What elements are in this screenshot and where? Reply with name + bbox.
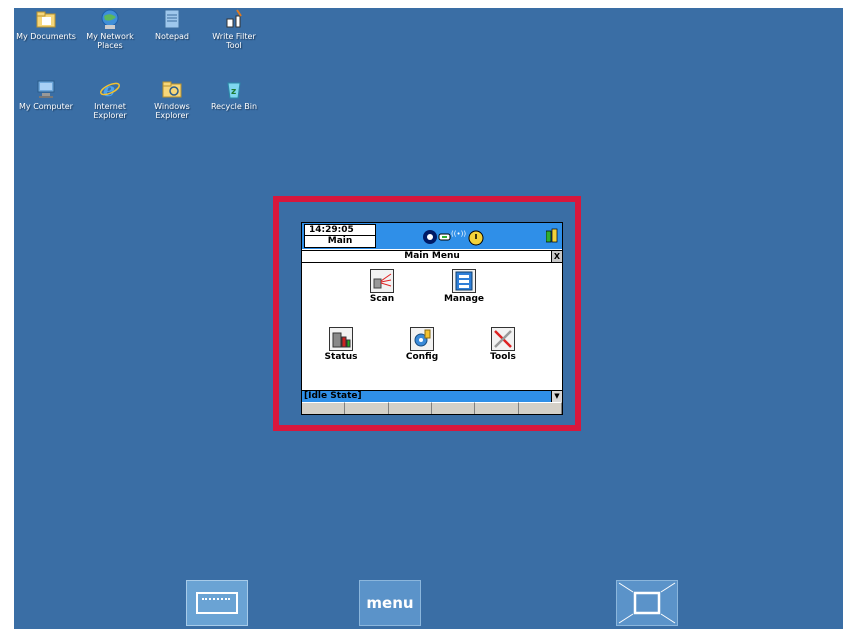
write-filter-tool-icon bbox=[223, 8, 245, 30]
scan-icon bbox=[370, 269, 394, 293]
desktop-icon-label: Notepad bbox=[155, 32, 189, 41]
computer-icon bbox=[35, 78, 57, 100]
keyboard-icon bbox=[196, 592, 238, 614]
desktop-icon-my-documents[interactable]: My Documents bbox=[16, 8, 76, 41]
keyboard-button[interactable] bbox=[186, 580, 248, 626]
fullscreen-icon bbox=[618, 582, 676, 624]
config-gear-icon bbox=[410, 327, 434, 351]
tools-icon bbox=[491, 327, 515, 351]
app-label: Tools bbox=[490, 352, 516, 362]
desktop-icon-label: My Computer bbox=[19, 102, 73, 111]
app-label: Status bbox=[324, 352, 358, 362]
wireless-signal-icon: ((•)) bbox=[451, 230, 466, 238]
window-title-bar: Main Menu X bbox=[302, 250, 562, 263]
soft-key[interactable] bbox=[475, 402, 519, 414]
desktop-icon-label: Recycle Bin bbox=[210, 102, 258, 111]
folder-documents-icon bbox=[35, 8, 57, 30]
menu-button[interactable]: menu bbox=[359, 580, 421, 626]
connection-icon bbox=[438, 233, 451, 241]
network-globe-icon bbox=[99, 8, 121, 30]
status-text: [Idle State] bbox=[304, 391, 362, 401]
desktop-icon-label: My Network Places bbox=[86, 32, 134, 50]
desktop: My Documents My Network Places Notepad W… bbox=[14, 8, 843, 629]
clock-mode-box: 14:29:05 Main bbox=[304, 224, 376, 248]
app-manage[interactable]: Manage bbox=[439, 269, 489, 304]
desktop-icon-label: Write Filter Tool bbox=[212, 32, 256, 50]
internet-explorer-icon: e bbox=[99, 78, 121, 101]
soft-key[interactable] bbox=[388, 402, 432, 414]
soft-key[interactable] bbox=[345, 402, 389, 414]
idle-status-bar: [Idle State] ▼ bbox=[302, 390, 562, 402]
app-label: Manage bbox=[443, 294, 485, 304]
soft-key[interactable] bbox=[302, 402, 346, 414]
manage-icon bbox=[452, 269, 476, 293]
window-title: Main Menu bbox=[404, 251, 460, 261]
desktop-icon-notepad[interactable]: Notepad bbox=[142, 8, 202, 41]
desktop-icon-write-filter-tool[interactable]: Write Filter Tool bbox=[204, 8, 264, 50]
power-icon bbox=[468, 230, 484, 246]
status-icons: ((•)) bbox=[422, 228, 502, 246]
desktop-icon-label: Internet Explorer bbox=[93, 102, 127, 120]
recycle-bin-icon: z bbox=[223, 78, 245, 100]
soft-key[interactable] bbox=[431, 402, 476, 414]
folder-explorer-icon bbox=[161, 78, 183, 100]
desktop-icon-label: My Documents bbox=[16, 32, 76, 41]
svg-text:e: e bbox=[103, 79, 115, 100]
app-label: Scan bbox=[369, 294, 395, 304]
desktop-icon-label: Windows Explorer bbox=[154, 102, 190, 120]
device-screen[interactable]: 14:29:05 Main ((•)) Main Menu X Scan Man… bbox=[301, 222, 563, 415]
device-top-bar: 14:29:05 Main ((•)) bbox=[302, 223, 562, 249]
device-highlight-frame: 14:29:05 Main ((•)) Main Menu X Scan Man… bbox=[273, 196, 581, 431]
app-config[interactable]: Config bbox=[397, 327, 447, 362]
notepad-icon bbox=[161, 8, 183, 30]
svg-text:((•)): ((•)) bbox=[451, 230, 466, 238]
app-label: Config bbox=[405, 352, 439, 362]
app-tools[interactable]: Tools bbox=[478, 327, 528, 362]
desktop-icon-my-network-places[interactable]: My Network Places bbox=[80, 8, 140, 50]
mode-label: Main bbox=[327, 236, 353, 246]
app-status[interactable]: Status bbox=[316, 327, 366, 362]
soft-key-row bbox=[302, 402, 562, 414]
clock-time: 14:29:05 bbox=[305, 225, 375, 236]
status-icon bbox=[329, 327, 353, 351]
fullscreen-button[interactable] bbox=[616, 580, 678, 626]
battery-icon bbox=[545, 228, 558, 243]
desktop-icon-my-computer[interactable]: My Computer bbox=[16, 78, 76, 111]
desktop-icon-windows-explorer[interactable]: Windows Explorer bbox=[142, 78, 202, 120]
svg-text:z: z bbox=[231, 87, 236, 97]
close-button[interactable]: X bbox=[551, 251, 562, 262]
desktop-icon-recycle-bin[interactable]: z Recycle Bin bbox=[204, 78, 264, 111]
soft-key[interactable] bbox=[518, 402, 562, 414]
disc-icon bbox=[423, 230, 437, 244]
app-scan[interactable]: Scan bbox=[357, 269, 407, 304]
status-dropdown-button[interactable]: ▼ bbox=[551, 391, 562, 402]
desktop-icon-internet-explorer[interactable]: e Internet Explorer bbox=[80, 78, 140, 120]
